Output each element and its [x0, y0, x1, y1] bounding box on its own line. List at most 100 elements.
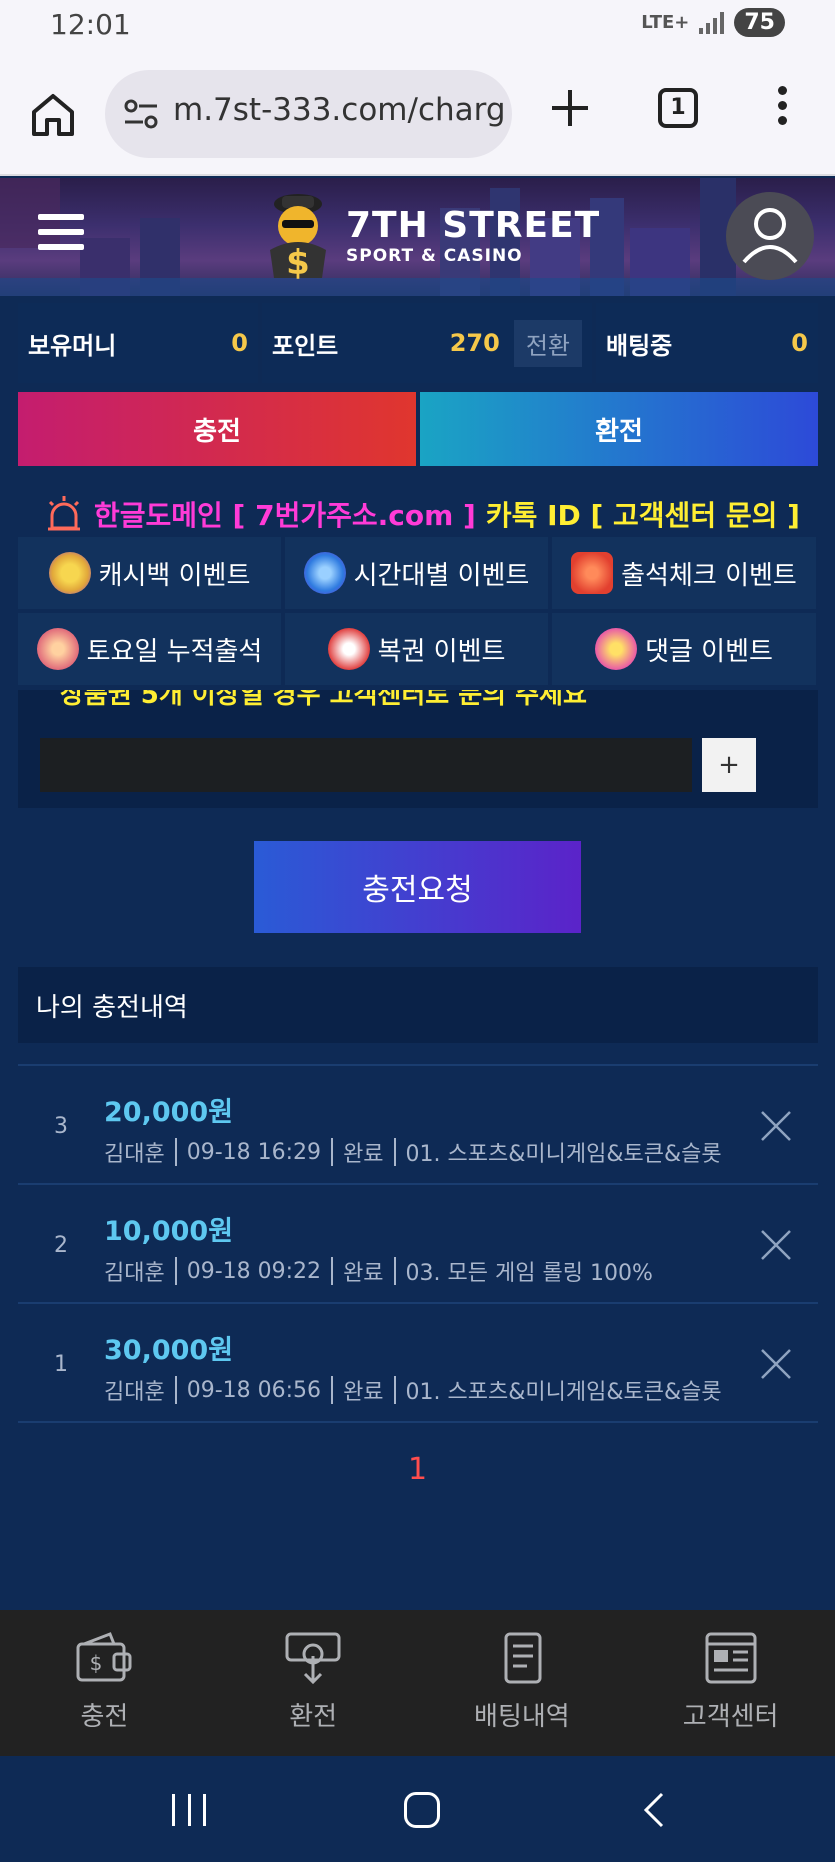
- event-comment-button[interactable]: 댓글 이벤트: [552, 613, 816, 685]
- nav-label: 환전: [289, 1702, 338, 1732]
- betting-value: 0: [791, 329, 808, 357]
- nav-customer-center[interactable]: 고객센터: [626, 1610, 835, 1756]
- points-label: 포인트: [272, 331, 339, 360]
- money-value: 0: [231, 329, 248, 357]
- mascot-logo-icon: $: [270, 194, 326, 282]
- comment-event-icon: [595, 628, 638, 670]
- list-item: 2 10,000원 김대훈 09-18 09:22 완료 03. 모든 게임 롤…: [18, 1185, 818, 1304]
- row-name: 김대훈: [104, 1380, 165, 1405]
- row-index: 3: [54, 1114, 68, 1139]
- document-icon: [504, 1632, 542, 1684]
- row-time: 09-18 09:22: [186, 1258, 322, 1284]
- row-meta: 김대훈 09-18 09:22 완료 03. 모든 게임 롤링 100%: [104, 1255, 653, 1287]
- svg-text:$: $: [286, 243, 310, 282]
- close-icon[interactable]: [760, 1229, 792, 1261]
- svg-text:$: $: [90, 1651, 103, 1675]
- tab-switcher-button[interactable]: 1: [658, 88, 698, 128]
- event-label: 캐시백 이벤트: [98, 560, 251, 591]
- nav-betting-history[interactable]: 배팅내역: [418, 1610, 627, 1756]
- row-meta: 김대훈 09-18 16:29 완료 01. 스포츠&미니게임&토큰&슬롯: [104, 1136, 722, 1168]
- row-amount: 30,000원: [104, 1335, 234, 1366]
- site-logo[interactable]: $ 7TH STREET SPORT & CASINO: [258, 190, 600, 282]
- money-balance: 보유머니 0: [18, 303, 258, 383]
- event-attendance-button[interactable]: 출석체크 이벤트: [552, 537, 816, 609]
- pagination-page-1[interactable]: 1: [0, 1452, 835, 1487]
- event-label: 댓글 이벤트: [645, 636, 773, 667]
- tab-charge[interactable]: 충전: [18, 392, 416, 466]
- charge-amount-input[interactable]: [40, 738, 692, 792]
- url-text: m.7st-333.com/charg: [173, 92, 506, 128]
- list-item: 3 20,000원 김대훈 09-18 16:29 완료 01. 스포츠&미니게…: [18, 1066, 818, 1185]
- event-cashback-button[interactable]: 캐시백 이벤트: [18, 537, 281, 609]
- user-avatar-icon[interactable]: [726, 192, 814, 280]
- kakao-notice: 카톡 ID [ 고객센터 문의 ]: [485, 499, 800, 532]
- close-icon[interactable]: [760, 1110, 792, 1142]
- nav-label: 배팅내역: [474, 1702, 570, 1732]
- event-saturday-button[interactable]: 토요일 누적출석: [18, 613, 281, 685]
- row-type: 01. 스포츠&미니게임&토큰&슬롯: [405, 1380, 722, 1405]
- system-nav-bar: [0, 1756, 835, 1862]
- nav-label: 충전: [80, 1702, 129, 1732]
- row-meta: 김대훈 09-18 06:56 완료 01. 스포츠&미니게임&토큰&슬롯: [104, 1374, 722, 1406]
- points-balance: 포인트 270 전환: [262, 303, 592, 383]
- address-bar[interactable]: m.7st-333.com/charg: [105, 70, 512, 158]
- close-icon[interactable]: [760, 1348, 792, 1380]
- row-name: 김대훈: [104, 1261, 165, 1286]
- system-home-icon[interactable]: [404, 1792, 440, 1828]
- event-label: 출석체크 이벤트: [621, 560, 797, 591]
- recents-icon[interactable]: [172, 1794, 206, 1826]
- convert-points-button[interactable]: 전환: [513, 319, 582, 367]
- charge-form: 상품권 5개 이상일 경우 고객센터로 문의 주세요 +: [18, 690, 818, 808]
- site-settings-icon[interactable]: [123, 96, 159, 132]
- voucher-notice: 상품권 5개 이상일 경우 고객센터로 문의 주세요: [60, 690, 587, 710]
- wallet-icon: $: [76, 1632, 132, 1682]
- domain-notice: 한글도메인 [ 7번가주소.com ]: [94, 499, 476, 532]
- charge-exchange-tabs: 충전 환전: [18, 392, 818, 466]
- balance-row: 보유머니 0 포인트 270 전환 배팅중 0: [18, 303, 818, 383]
- bottom-nav: $ 충전 환전 배팅내역 고객센터: [0, 1610, 835, 1756]
- row-status: 완료: [343, 1142, 384, 1167]
- betting-label: 배팅중: [606, 331, 673, 360]
- event-label: 토요일 누적출석: [86, 636, 263, 667]
- nav-label: 고객센터: [682, 1702, 779, 1732]
- event-lottery-button[interactable]: 복권 이벤트: [285, 613, 548, 685]
- status-time: 12:01: [50, 8, 131, 41]
- saturday-icon: [36, 628, 79, 670]
- charge-request-button[interactable]: 충전요청: [254, 841, 581, 933]
- charge-history-list: 3 20,000원 김대훈 09-18 16:29 완료 01. 스포츠&미니게…: [18, 1064, 818, 1423]
- add-amount-button[interactable]: +: [702, 738, 756, 792]
- event-time-button[interactable]: 시간대별 이벤트: [285, 537, 548, 609]
- tab-exchange[interactable]: 환전: [420, 392, 818, 466]
- event-label: 시간대별 이벤트: [353, 560, 530, 591]
- money-label: 보유머니: [28, 331, 117, 360]
- row-index: 1: [54, 1352, 68, 1377]
- row-name: 김대훈: [104, 1142, 165, 1167]
- nav-charge[interactable]: $ 충전: [0, 1610, 209, 1756]
- row-status: 완료: [343, 1380, 384, 1405]
- time-event-icon: [303, 552, 346, 594]
- history-title: 나의 충전내역: [18, 967, 818, 1043]
- dice-icon: [571, 552, 614, 594]
- row-time: 09-18 06:56: [186, 1377, 322, 1403]
- more-menu-icon[interactable]: [770, 82, 794, 132]
- status-bar: 12:01 LTE+ 75: [0, 0, 835, 52]
- status-icons: LTE+ 75: [641, 8, 785, 37]
- brand-name: 7TH STREET: [346, 205, 601, 246]
- row-index: 2: [54, 1233, 68, 1258]
- news-icon: [705, 1632, 757, 1684]
- notice-banner: 한글도메인 [ 7번가주소.com ] 카톡 ID [ 고객센터 문의 ]: [44, 484, 824, 544]
- browser-toolbar: m.7st-333.com/charg 1: [0, 52, 835, 176]
- row-type: 01. 스포츠&미니게임&토큰&슬롯: [405, 1142, 722, 1167]
- row-amount: 10,000원: [104, 1216, 234, 1247]
- new-tab-icon[interactable]: [548, 86, 592, 130]
- betting-balance: 배팅중 0: [596, 303, 818, 383]
- cashback-icon: [48, 552, 91, 594]
- hamburger-menu-icon[interactable]: [38, 214, 84, 254]
- brand-tagline: SPORT & CASINO: [346, 246, 523, 266]
- row-status: 완료: [343, 1261, 384, 1286]
- nav-exchange[interactable]: 환전: [209, 1610, 418, 1756]
- alarm-icon: [48, 496, 80, 531]
- home-icon[interactable]: [28, 90, 78, 140]
- back-icon[interactable]: [642, 1792, 666, 1828]
- row-type: 03. 모든 게임 롤링 100%: [405, 1261, 653, 1286]
